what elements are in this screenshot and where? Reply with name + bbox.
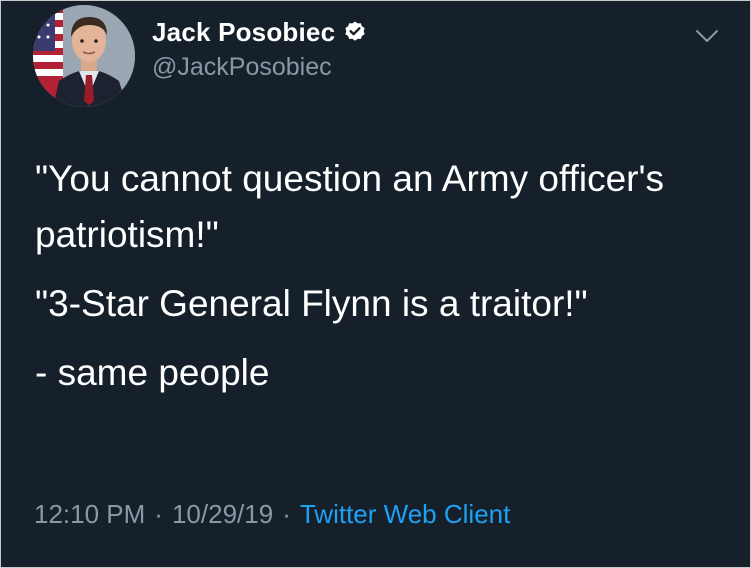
tweet-paragraph: "3-Star General Flynn is a traitor!" [35,283,588,324]
avatar-image [33,5,135,107]
tweet-time[interactable]: 12:10 PM [34,499,145,529]
verified-badge-icon [343,20,367,44]
name-row: Jack Posobiec [152,15,367,49]
tweet-date[interactable]: 10/29/19 [172,499,273,529]
tweet-meta: 12:10 PM · 10/29/19 · Twitter Web Client [34,499,510,530]
tweet-client-link[interactable]: Twitter Web Client [300,499,510,529]
chevron-down-icon[interactable] [694,27,720,45]
tweet-paragraph: "You cannot question an Army officer's p… [35,158,665,255]
tweet-paragraph: - same people [35,352,270,393]
avatar[interactable] [33,5,135,107]
display-name[interactable]: Jack Posobiec [152,17,335,48]
tweet-card: Jack Posobiec @JackPosobiec "You cannot … [0,0,751,568]
meta-separator: · [154,499,163,529]
tweet-text: "You cannot question an Army officer's p… [35,151,725,414]
handle[interactable]: @JackPosobiec [152,53,332,82]
meta-separator: · [282,499,291,529]
